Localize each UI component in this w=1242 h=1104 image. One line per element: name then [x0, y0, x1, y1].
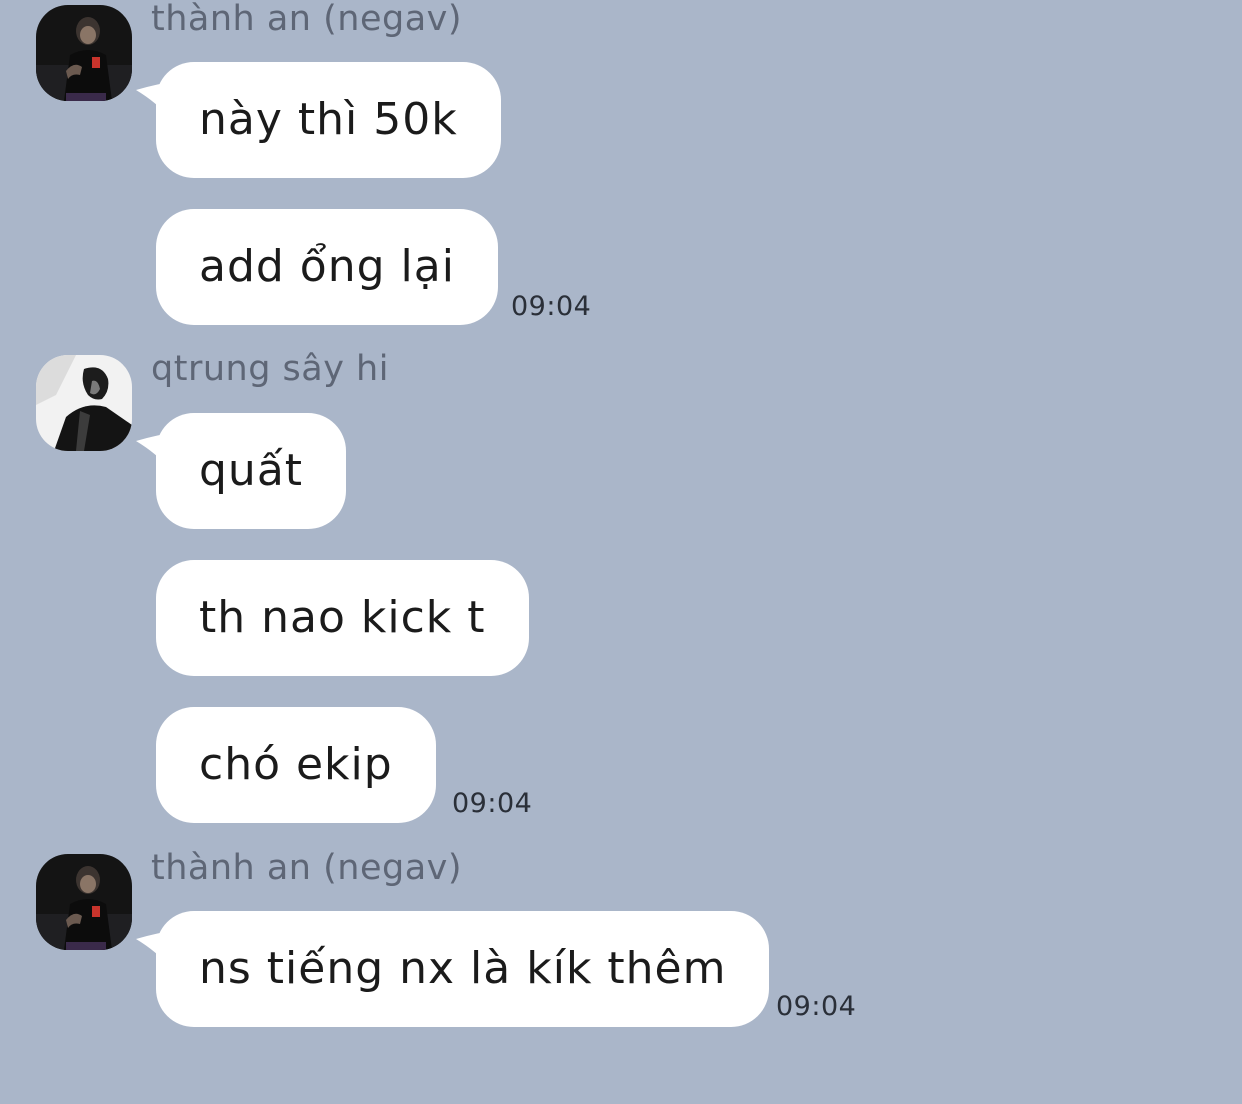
message-timestamp: 09:04	[452, 788, 533, 819]
sender-name: thành an (negav)	[151, 0, 463, 39]
sender-name: thành an (negav)	[151, 848, 463, 888]
avatar-photo-dark-portrait	[36, 854, 132, 950]
sender-name: qtrung sây hi	[151, 349, 389, 389]
message-bubble[interactable]: chó ekip	[156, 707, 436, 823]
avatar[interactable]	[36, 854, 132, 950]
message-bubble[interactable]: th nao kick t	[156, 560, 529, 676]
avatar-photo-black-white-profile	[36, 355, 132, 451]
message-timestamp: 09:04	[511, 291, 592, 322]
message-timestamp: 09:04	[776, 991, 857, 1022]
message-bubble[interactable]: add ổng lại	[156, 209, 498, 325]
avatar[interactable]	[36, 355, 132, 451]
avatar[interactable]	[36, 5, 132, 101]
message-bubble[interactable]: này thì 50k	[156, 62, 501, 178]
chat-message-list[interactable]: thành an (negav) này thì 50k add ổng lại…	[0, 0, 1242, 1104]
avatar-photo-dark-portrait	[36, 5, 132, 101]
message-bubble[interactable]: ns tiếng nx là kík thêm	[156, 911, 770, 1027]
message-bubble[interactable]: quất	[156, 413, 347, 529]
